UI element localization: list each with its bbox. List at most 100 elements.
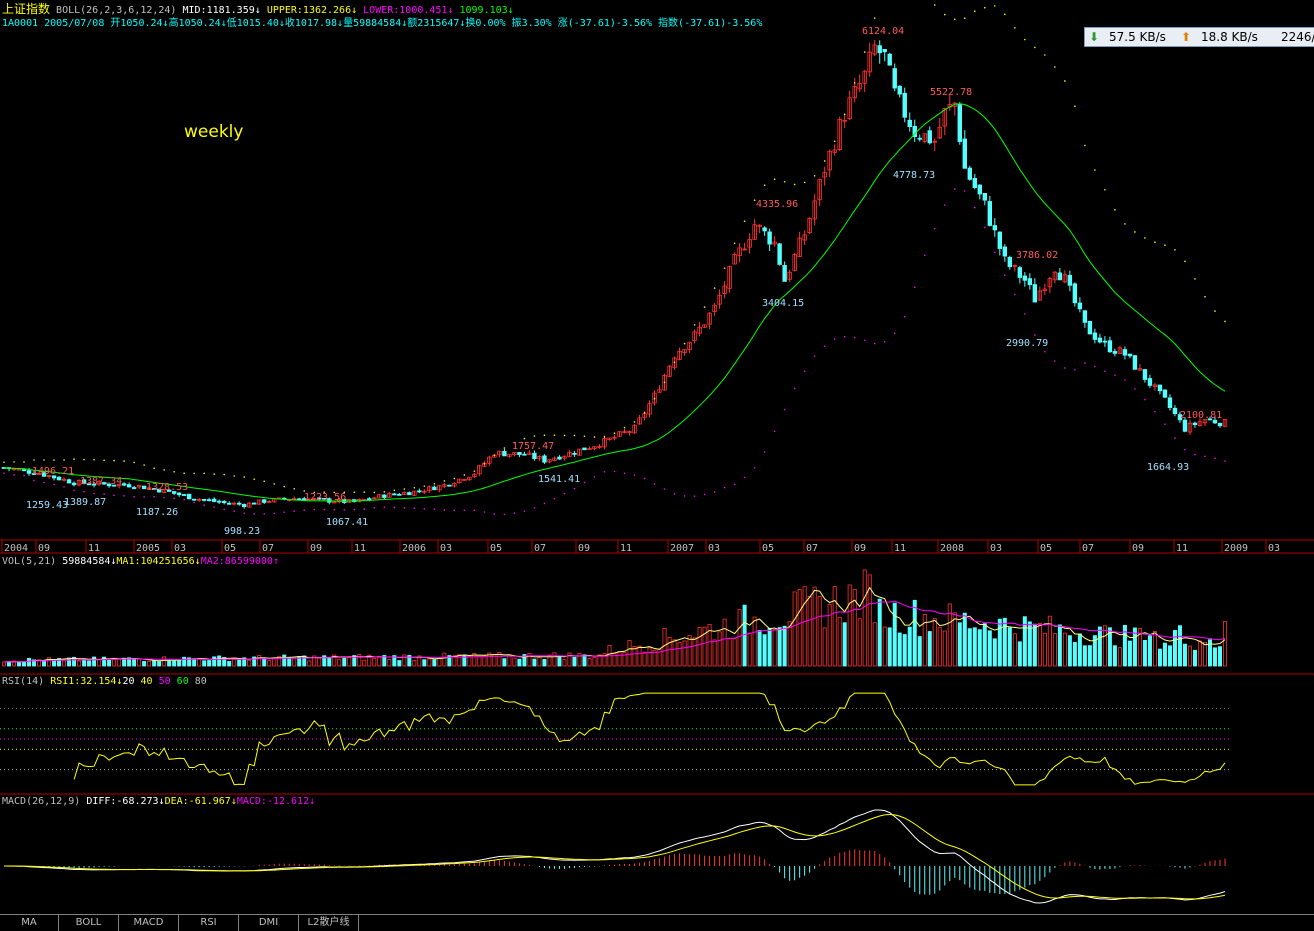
- boll-upper-dot: [103, 459, 105, 462]
- axis-tick-label: 07: [534, 543, 546, 554]
- volume-bar: [1037, 622, 1042, 667]
- candle-body: [392, 493, 397, 496]
- volume-bar: [982, 623, 987, 667]
- candle-body: [71, 482, 77, 486]
- boll-upper-dot: [73, 458, 75, 460]
- volume-bar: [202, 660, 207, 667]
- chart-canvas[interactable]: 6124.04 5522.78 4778.73 4335.96 3404.15 3786.…: [0, 0, 1314, 914]
- candle-body: [982, 193, 987, 201]
- candle-body: [1132, 355, 1138, 370]
- volume-bar: [757, 630, 762, 667]
- boll-upper-dot: [1094, 169, 1096, 171]
- macd-panel: [3, 809, 1226, 904]
- volume-bar: [1172, 630, 1177, 667]
- candle-body: [191, 498, 197, 501]
- volume-bar: [1052, 633, 1057, 667]
- volume-bar: [42, 660, 47, 667]
- candle-body: [762, 227, 767, 232]
- vol-ma1: MA1:104251656↓: [116, 556, 201, 567]
- vol-ma2: MA2:86599000↑: [200, 556, 279, 567]
- volume-bar: [212, 656, 217, 667]
- axis-tick-label: 03: [708, 543, 720, 554]
- boll-lower-dot: [153, 495, 155, 498]
- volume-bar: [617, 651, 622, 667]
- macd-value: MACD:-12.612↓: [236, 796, 316, 807]
- volume-bar: [532, 658, 537, 667]
- macd-title-row: MACD(26,12,9) DIFF:-68.273↓DEA:-61.967↓M…: [2, 796, 315, 808]
- candle-body: [186, 493, 192, 500]
- boll-lower-dot: [973, 206, 976, 209]
- volume-bar: [542, 659, 547, 667]
- boll-lower-dot: [533, 507, 536, 509]
- candle-body: [557, 456, 562, 460]
- volume-bar: [1082, 645, 1087, 667]
- boll-upper-dot: [123, 460, 125, 462]
- boll-lower-dot: [1034, 334, 1036, 336]
- candle-body: [297, 498, 302, 501]
- boll-upper-dot: [493, 454, 496, 457]
- candle-body: [902, 92, 907, 118]
- price-extreme-label: 1496.21: [32, 466, 74, 477]
- candle-body: [992, 225, 998, 231]
- tab-ma[interactable]: MA: [0, 915, 59, 931]
- axis-tick-label: 11: [620, 543, 632, 554]
- volume-bar: [1112, 645, 1117, 667]
- boll-lower-dot: [573, 487, 576, 490]
- axis-tick-label: 2009: [1224, 543, 1248, 554]
- volume-bar: [167, 660, 172, 667]
- boll-upper-dot: [613, 432, 616, 435]
- volume-bar: [842, 622, 847, 667]
- boll-upper-dot: [1184, 260, 1186, 263]
- boll-lower-dot: [623, 472, 626, 475]
- boll-lower-dot: [393, 506, 396, 509]
- price-extreme-label: 5522.78: [930, 87, 972, 98]
- axis-tick-label: 11: [88, 543, 100, 554]
- candle-body: [897, 85, 902, 95]
- volume-bar: [337, 658, 342, 667]
- axis-tick-label: 2007: [670, 543, 694, 554]
- volume-bar: [457, 654, 462, 667]
- boll-upper-dot: [1054, 66, 1056, 68]
- boll-upper-dot: [13, 461, 15, 463]
- price-extreme-label: 1541.41: [538, 474, 580, 485]
- axis-tick-label: 07: [262, 543, 274, 554]
- tab-l2[interactable]: L2散户线: [299, 915, 359, 931]
- candle-body: [126, 484, 132, 488]
- volume-bar: [402, 654, 407, 667]
- boll-upper-dot: [1004, 13, 1006, 16]
- volume-bar: [117, 658, 122, 667]
- boll-upper-dot: [1204, 295, 1206, 298]
- volume-bar: [142, 661, 147, 667]
- boll-lower-dot: [303, 509, 306, 511]
- volume-bar: [1167, 645, 1172, 667]
- boll-upper-dot: [243, 476, 245, 478]
- rsi-level-50: 50: [158, 676, 171, 687]
- tab-rsi[interactable]: RSI: [179, 915, 239, 931]
- boll-upper-dot: [543, 434, 546, 437]
- volume-bar: [227, 661, 232, 667]
- boll-upper-dot: [633, 421, 636, 423]
- candle-body: [1022, 275, 1028, 281]
- boll-upper-dot: [653, 397, 656, 400]
- volume-bar: [582, 654, 587, 667]
- boll-upper-dot: [463, 474, 466, 476]
- boll-lower-dot: [283, 511, 286, 513]
- boll-lower-dot: [1194, 453, 1196, 456]
- tab-dmi[interactable]: DMI: [239, 915, 299, 931]
- candle-body: [176, 492, 182, 496]
- boll-upper-dot: [83, 458, 85, 461]
- tab-macd[interactable]: MACD: [119, 915, 179, 931]
- boll-lower-dot: [243, 512, 245, 514]
- volume-bar: [67, 657, 72, 667]
- volume-bar: [897, 632, 902, 667]
- boll-upper-dot: [763, 184, 766, 186]
- vol-value: 59884584↓: [62, 556, 117, 567]
- boll-lower-dot: [1144, 398, 1146, 401]
- boll-lower-dot: [273, 512, 276, 515]
- volume-bar: [1217, 646, 1222, 667]
- boll-lower-dot: [133, 495, 135, 498]
- volume-bar: [977, 629, 982, 667]
- tab-boll[interactable]: BOLL: [59, 915, 119, 931]
- boll-lower-dot: [994, 251, 996, 254]
- macd-dea: DEA:-61.967↓: [164, 796, 237, 807]
